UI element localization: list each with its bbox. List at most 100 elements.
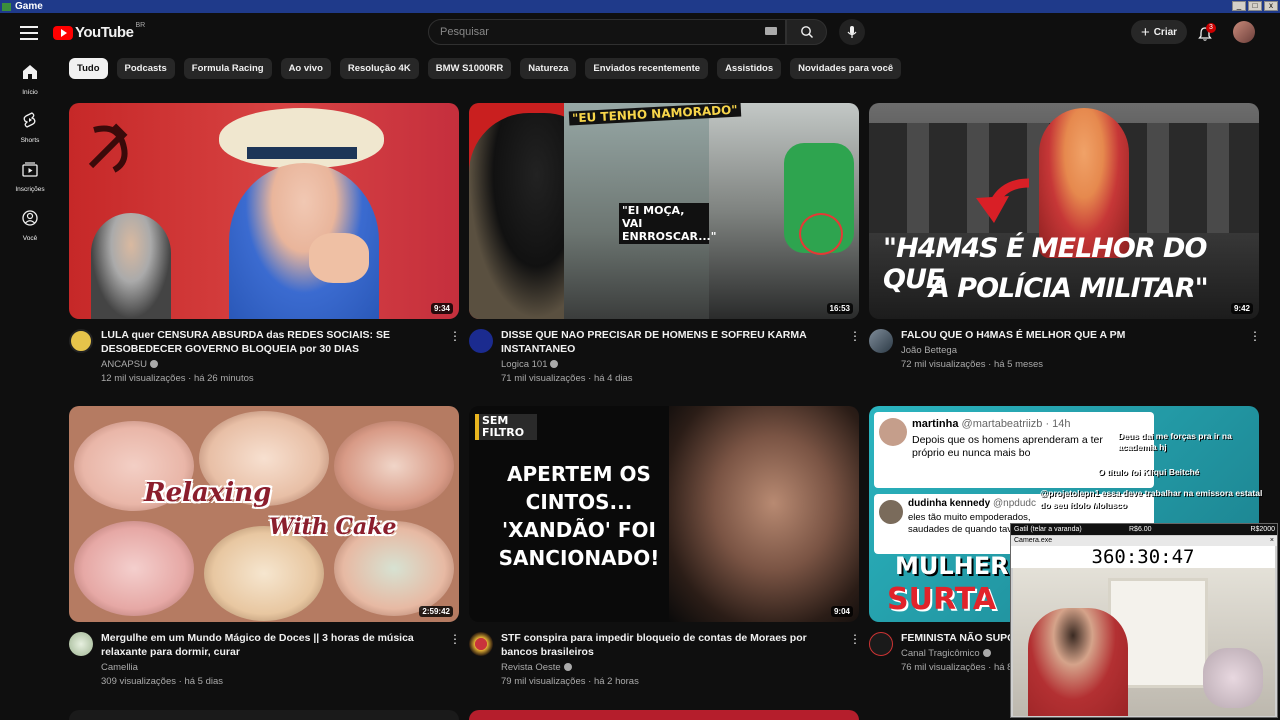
man-face xyxy=(669,406,859,622)
cake-3 xyxy=(334,421,454,511)
channel-avatar[interactable] xyxy=(469,329,493,353)
channel-name[interactable]: Camellia xyxy=(101,662,138,673)
channel-name[interactable]: Revista Oeste xyxy=(501,662,572,673)
sidebar-item-shorts[interactable]: Shorts xyxy=(0,111,60,144)
menu-icon[interactable] xyxy=(20,26,38,40)
thumb-headline-2: SURTA xyxy=(887,582,997,617)
red-circle xyxy=(799,213,843,255)
thumb-caption-relaxing: Relaxing xyxy=(144,478,272,508)
video-title[interactable]: LULA quer CENSURA ABSURDA das REDES SOCI… xyxy=(101,328,441,356)
channel-avatar[interactable] xyxy=(469,632,493,656)
more-options-icon[interactable]: ⋮ xyxy=(849,633,861,647)
more-options-icon[interactable]: ⋮ xyxy=(1249,330,1261,344)
video-title[interactable]: DISSE QUE NAO PRECISAR DE HOMENS E SOFRE… xyxy=(501,328,841,356)
chip-bmw[interactable]: BMW S1000RR xyxy=(427,58,512,79)
overlay-title: Gatil (telar a varanda) xyxy=(1014,526,1082,533)
sidebar-item-subscriptions[interactable]: Inscrições xyxy=(0,160,60,193)
channel-name[interactable]: Logica 101 xyxy=(501,359,559,370)
next-row-thumbnail xyxy=(469,710,859,720)
chip-watched[interactable]: Assistidos xyxy=(717,58,782,79)
thumb-caption-cake: With Cake xyxy=(269,514,397,540)
tweet-handle: @martabeatriizb · 14h xyxy=(961,418,1071,430)
verified-icon xyxy=(982,649,991,657)
video-title[interactable]: STF conspira para impedir bloqueio de co… xyxy=(501,631,841,659)
sidebar-item-label: Início xyxy=(22,89,38,96)
search-box xyxy=(428,19,786,45)
person-webcam xyxy=(1028,608,1128,716)
video-thumbnail[interactable]: Relaxing With Cake 2:59:42 xyxy=(69,406,459,622)
chip-live[interactable]: Ao vivo xyxy=(280,58,331,79)
more-options-icon[interactable]: ⋮ xyxy=(449,633,461,647)
thumb-caption-mid: "EI MOÇA, VAI ENRROSCAR..." xyxy=(619,203,716,244)
video-stats: 79 mil visualizações · há 2 horas xyxy=(501,676,639,687)
create-button[interactable]: + Criar xyxy=(1131,20,1187,44)
verified-icon xyxy=(550,360,559,368)
window-title: Game xyxy=(15,1,43,12)
video-title[interactable]: Mergulhe em um Mundo Mágico de Doces || … xyxy=(101,631,441,659)
notification-badge: 3 xyxy=(1206,23,1216,33)
verified-icon xyxy=(563,663,572,671)
video-duration: 9:34 xyxy=(430,303,453,314)
sidebar-item-you[interactable]: Você xyxy=(0,209,60,242)
channel-name[interactable]: ANCAPSU xyxy=(101,359,158,370)
channel-avatar[interactable] xyxy=(69,329,93,353)
chip-nature[interactable]: Natureza xyxy=(520,58,577,79)
account-avatar[interactable] xyxy=(1233,21,1255,43)
sidebar-item-label: Inscrições xyxy=(15,186,45,193)
video-duration: 2:59:42 xyxy=(419,606,453,617)
chat-message: O título foi Kliqui Beitché xyxy=(1098,467,1200,477)
chip-4k[interactable]: Resolução 4K xyxy=(339,58,419,79)
video-thumbnail[interactable]: SEM FILTRO APERTEM OS CINTOS... 'XANDÃO'… xyxy=(469,406,859,622)
video-stats: 71 mil visualizações · há 4 dias xyxy=(501,373,633,384)
chip-formula-racing[interactable]: Formula Racing xyxy=(183,58,272,79)
video-thumbnail[interactable]: "EU TENHO NAMORADO" "EI MOÇA, VAI ENRROS… xyxy=(469,103,859,319)
video-title[interactable]: FALOU QUE O H4MAS É MELHOR QUE A PM xyxy=(901,328,1241,342)
microphone-icon xyxy=(847,26,857,38)
camera-window-bar: Camera.exe × xyxy=(1011,536,1277,546)
chip-recently-uploaded[interactable]: Enviados recentemente xyxy=(585,58,709,79)
chip-all[interactable]: Tudo xyxy=(69,58,108,79)
search-button[interactable] xyxy=(786,19,827,45)
overlay-goal-1: R$6.00 xyxy=(1129,526,1152,533)
video-thumbnail[interactable]: 9:34 xyxy=(69,103,459,319)
minimize-button[interactable]: _ xyxy=(1232,1,1246,11)
hat xyxy=(219,108,384,168)
webcam-overlay: Gatil (telar a varanda) R$6.00 R$2000 Ca… xyxy=(1010,523,1278,718)
app-icon xyxy=(2,2,11,11)
channel-avatar[interactable] xyxy=(869,329,893,353)
channel-avatar[interactable] xyxy=(69,632,93,656)
camera-window-label: Camera.exe xyxy=(1014,537,1053,544)
maximize-button[interactable]: □ xyxy=(1248,1,1262,11)
voice-search-button[interactable] xyxy=(839,19,865,45)
hat-band xyxy=(247,147,357,159)
more-options-icon[interactable]: ⋮ xyxy=(449,330,461,344)
hand xyxy=(309,233,369,283)
camera-close-icon[interactable]: × xyxy=(1270,536,1274,546)
window-title-bar: Game _ □ x xyxy=(0,0,1280,13)
more-options-icon[interactable]: ⋮ xyxy=(849,330,861,344)
plus-icon: + xyxy=(1140,23,1150,41)
youtube-logo[interactable]: YouTube BR xyxy=(53,22,145,41)
keyboard-icon[interactable] xyxy=(765,27,777,35)
sidebar-item-home[interactable]: Início xyxy=(0,63,60,96)
thumb-headline: APERTEM OS CINTOS... 'XANDÃO' FOI SANCIO… xyxy=(498,462,660,570)
chip-podcasts[interactable]: Podcasts xyxy=(116,58,175,79)
chat-message: Deus dai me forças pra ir na academia hj xyxy=(1118,431,1232,452)
user-icon xyxy=(22,210,38,226)
hammer-sickle-icon xyxy=(88,123,128,173)
close-window-button[interactable]: x xyxy=(1264,1,1278,11)
cake-4 xyxy=(74,521,194,616)
video-stats: 12 mil visualizações · há 26 minutos xyxy=(101,373,254,384)
channel-avatar[interactable] xyxy=(869,632,893,656)
channel-name[interactable]: Canal Tragicômico xyxy=(901,648,991,659)
logo-text: YouTube xyxy=(75,24,134,41)
video-stats: 76 mil visualizações · há 8 xyxy=(901,662,1013,673)
channel-name[interactable]: João Bettega xyxy=(901,345,957,356)
youtube-play-icon xyxy=(53,25,73,40)
video-duration: 9:42 xyxy=(1230,303,1253,314)
thumb-headline-2: A POLÍCIA MILITAR" xyxy=(929,273,1209,304)
filter-chips-bar: Tudo Podcasts Formula Racing Ao vivo Res… xyxy=(69,58,902,79)
video-thumbnail[interactable]: "H4M4S É MELHOR DO QUE A POLÍCIA MILITAR… xyxy=(869,103,1259,319)
search-input[interactable] xyxy=(440,26,740,38)
chip-new-to-you[interactable]: Novidades para você xyxy=(790,58,902,79)
